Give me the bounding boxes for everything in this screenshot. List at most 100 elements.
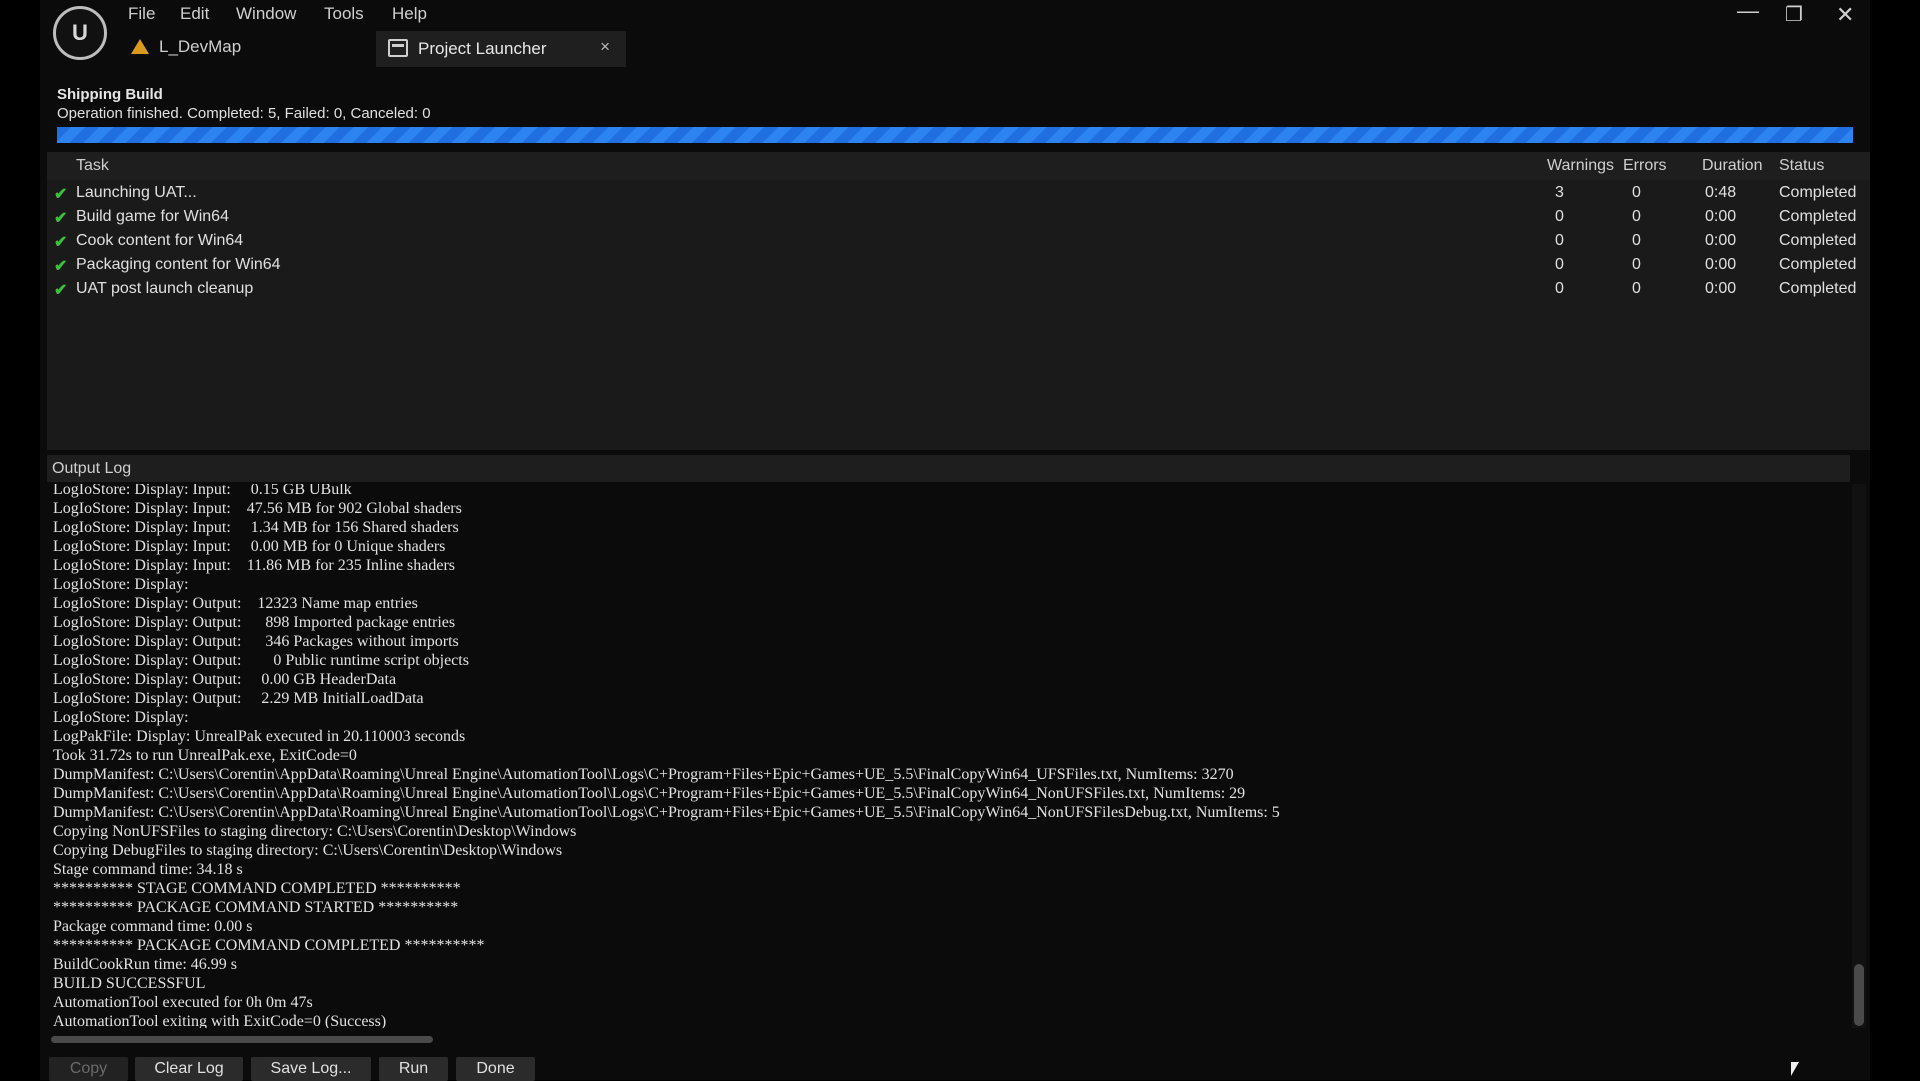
menu-window[interactable]: Window	[236, 4, 296, 24]
menu-tools[interactable]: Tools	[324, 4, 364, 24]
tab-map[interactable]: L_DevMap	[131, 37, 241, 57]
table-row[interactable]: ✔ Cook content for Win64 0 0 0:00 Completed	[47, 230, 1870, 254]
task-name: UAT post launch cleanup	[76, 280, 254, 297]
log-line: DumpManifest: C:\Users\Corentin\AppData\…	[53, 804, 1280, 821]
tab-project-launcher-label: Project Launcher	[418, 39, 547, 58]
task-status: Completed	[1779, 184, 1857, 201]
build-progress-bar	[57, 127, 1853, 143]
log-line: LogPakFile: Display: UnrealPak executed …	[53, 728, 466, 745]
log-line: BUILD SUCCESSFUL	[53, 975, 206, 992]
log-vertical-scroll-thumb[interactable]	[1854, 964, 1864, 1026]
task-table-header: Task Warnings Errors Duration Status	[47, 152, 1870, 180]
task-name: Cook content for Win64	[76, 232, 244, 249]
log-line: DumpManifest: C:\Users\Corentin\AppData\…	[53, 785, 1246, 802]
log-line: LogIoStore: Display: Input: 0.15 GB UBul…	[53, 484, 352, 498]
task-warnings: 3	[1555, 184, 1564, 201]
task-name: Build game for Win64	[76, 208, 229, 225]
task-errors: 0	[1632, 256, 1641, 273]
log-line: Took 31.72s to run UnrealPak.exe, ExitCo…	[53, 747, 357, 764]
launcher-icon	[388, 39, 408, 57]
log-horizontal-scrollbar[interactable]	[47, 1033, 1850, 1045]
save-log-button[interactable]: Save Log...	[251, 1057, 371, 1081]
log-line: DumpManifest: C:\Users\Corentin\AppData\…	[53, 766, 1234, 783]
log-line: LogIoStore: Display: Input: 47.56 MB for…	[53, 500, 462, 517]
tab-map-label: L_DevMap	[159, 37, 242, 56]
menu-file[interactable]: File	[128, 4, 155, 24]
menu-help[interactable]: Help	[392, 4, 427, 24]
tab-project-launcher[interactable]: Project Launcher ×	[376, 31, 626, 67]
menu-edit[interactable]: Edit	[180, 4, 209, 24]
log-line: LogIoStore: Display: Input: 11.86 MB for…	[53, 557, 456, 574]
log-line: BuildCookRun time: 46.99 s	[53, 956, 238, 973]
task-warnings: 0	[1555, 256, 1564, 273]
task-duration: 0:00	[1705, 256, 1737, 273]
task-duration: 0:00	[1705, 280, 1737, 297]
task-duration: 0:00	[1705, 232, 1737, 249]
table-row[interactable]: ✔ UAT post launch cleanup 0 0 0:00 Completed	[47, 278, 1870, 302]
level-icon	[131, 39, 149, 54]
unreal-logo-icon[interactable]: U	[53, 6, 107, 60]
task-status: Completed	[1779, 208, 1857, 225]
minimize-icon[interactable]: —	[1737, 0, 1759, 24]
task-errors: 0	[1632, 208, 1641, 225]
log-line: LogIoStore: Display: Output: 0.00 GB Hea…	[53, 671, 397, 688]
task-errors: 0	[1632, 232, 1641, 249]
output-log-header: Output Log	[47, 455, 1850, 482]
log-line: LogIoStore: Display: Output: 0 Public ru…	[53, 652, 469, 669]
task-warnings: 0	[1555, 280, 1564, 297]
task-duration: 0:00	[1705, 208, 1737, 225]
output-log-title: Output Log	[52, 460, 132, 477]
log-line: LogIoStore: Display: Output: 2.29 MB Ini…	[53, 690, 424, 707]
task-duration: 0:48	[1705, 184, 1737, 201]
copy-button[interactable]: Copy	[49, 1057, 128, 1081]
log-line: AutomationTool exiting with ExitCode=0 (…	[53, 1013, 387, 1028]
check-icon: ✔	[54, 234, 68, 251]
column-status[interactable]: Status	[1779, 157, 1824, 175]
log-line: LogIoStore: Display: Input: 0.00 MB for …	[53, 538, 446, 555]
column-errors[interactable]: Errors	[1623, 157, 1667, 175]
task-errors: 0	[1632, 184, 1641, 201]
build-title: Shipping Build	[57, 86, 163, 103]
log-line: LogIoStore: Display: Output: 898 Importe…	[53, 614, 456, 631]
log-line: LogIoStore: Display:	[53, 576, 189, 593]
log-line: ********** STAGE COMMAND COMPLETED *****…	[53, 880, 461, 897]
done-button[interactable]: Done	[456, 1057, 535, 1081]
table-row[interactable]: ✔ Build game for Win64 0 0 0:00 Completed	[47, 206, 1870, 230]
check-icon: ✔	[54, 258, 68, 275]
log-line: Copying DebugFiles to staging directory:…	[53, 842, 563, 859]
log-line: LogIoStore: Display:	[53, 709, 189, 726]
check-icon: ✔	[54, 186, 68, 203]
output-log[interactable]: LogIoStore: Display: Input: 0.15 GB UBul…	[47, 484, 1850, 1028]
close-tab-icon[interactable]: ×	[600, 37, 610, 57]
log-vertical-scrollbar[interactable]	[1852, 484, 1866, 1028]
column-warnings[interactable]: Warnings	[1547, 157, 1614, 175]
log-line: ********** PACKAGE COMMAND STARTED *****…	[53, 899, 459, 916]
task-name: Launching UAT...	[76, 184, 197, 201]
mouse-cursor-icon	[1791, 1062, 1799, 1076]
task-warnings: 0	[1555, 208, 1564, 225]
build-status: Operation finished. Completed: 5, Failed…	[57, 105, 431, 122]
task-name: Packaging content for Win64	[76, 256, 281, 273]
task-status: Completed	[1779, 256, 1857, 273]
check-icon: ✔	[54, 282, 68, 299]
output-log-text: LogIoStore: Display: Input: 0.15 GB UBul…	[53, 484, 1280, 1028]
task-status: Completed	[1779, 232, 1857, 249]
log-line: AutomationTool executed for 0h 0m 47s	[53, 994, 313, 1011]
task-status: Completed	[1779, 280, 1857, 297]
maximize-icon[interactable]: ❐	[1785, 2, 1803, 27]
close-window-icon[interactable]: ✕	[1836, 2, 1854, 28]
table-row[interactable]: ✔ Packaging content for Win64 0 0 0:00 Comple…	[47, 254, 1870, 278]
log-line: ********** PACKAGE COMMAND COMPLETED ***…	[53, 937, 485, 954]
clear-log-button[interactable]: Clear Log	[135, 1057, 243, 1081]
log-line: Copying NonUFSFiles to staging directory…	[53, 823, 577, 840]
run-button[interactable]: Run	[379, 1057, 448, 1081]
log-horizontal-scroll-thumb[interactable]	[51, 1036, 433, 1043]
task-warnings: 0	[1555, 232, 1564, 249]
log-line: LogIoStore: Display: Output: 12323 Name …	[53, 595, 418, 612]
log-line: LogIoStore: Display: Input: 1.34 MB for …	[53, 519, 459, 536]
table-row[interactable]: ✔ Launching UAT... 3 0 0:48 Completed	[47, 182, 1870, 206]
column-duration[interactable]: Duration	[1702, 157, 1762, 175]
log-line: Package command time: 0.00 s	[53, 918, 253, 935]
task-table: Task Warnings Errors Duration Status ✔ La…	[47, 152, 1870, 450]
column-task[interactable]: Task	[76, 157, 109, 175]
